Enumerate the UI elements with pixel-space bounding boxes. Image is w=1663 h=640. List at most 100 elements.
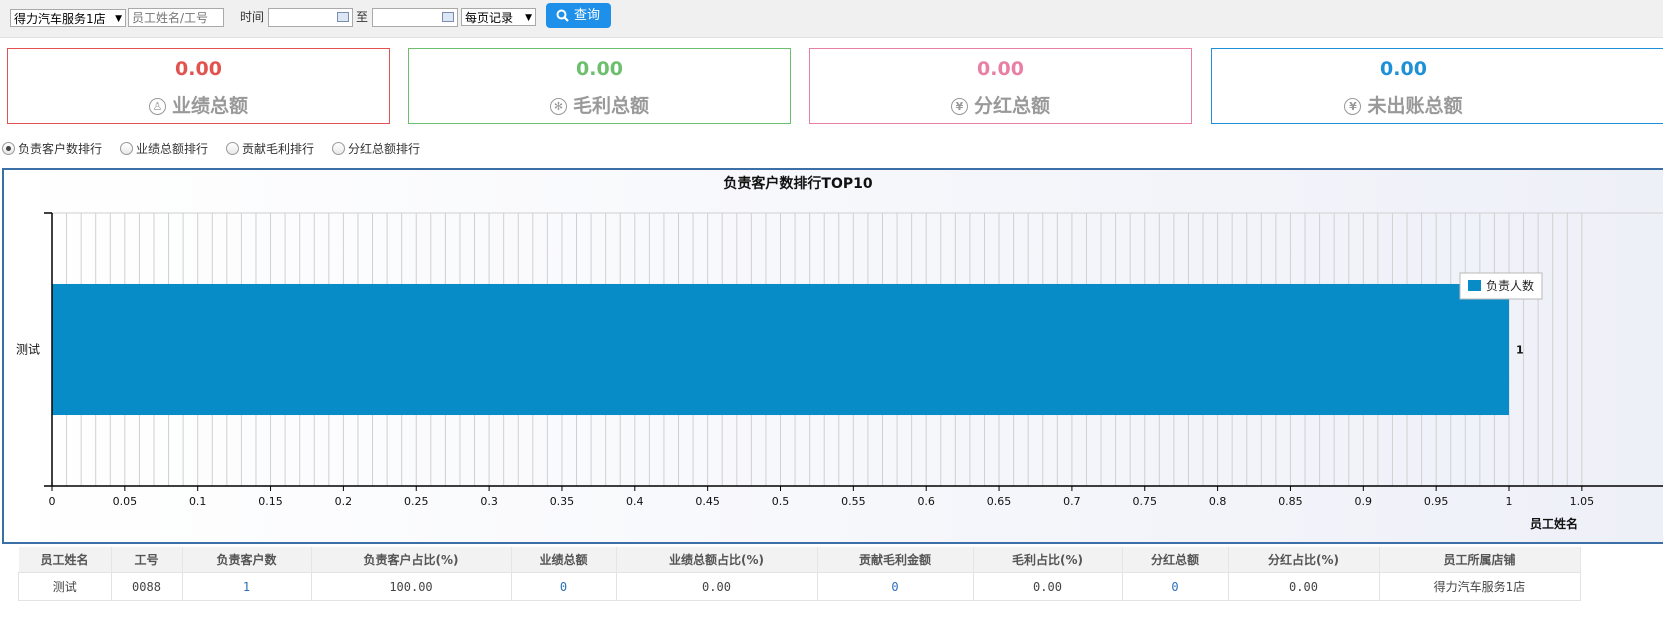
- gear-circle-icon: ✻: [549, 98, 567, 115]
- store-select[interactable]: 得力汽车服务1店 ▼: [10, 9, 126, 27]
- page-size-select-value: 每页记录: [465, 11, 514, 25]
- dividend-total-label: 分红总额: [973, 95, 1050, 117]
- col-header: 工号: [111, 547, 183, 573]
- x-tick-label: 0.4: [626, 495, 644, 508]
- filter-toolbar: 得力汽车服务1店 ▼ 时间 至 每页记录 ▼ 查询: [0, 0, 1663, 38]
- col-header: 员工姓名: [18, 547, 112, 573]
- card-unbilled-total: 0.00 ¥ 未出账总额: [1211, 48, 1663, 124]
- gross-profit-total-label: 毛利总额: [572, 95, 649, 117]
- radio-dot[interactable]: [120, 142, 133, 155]
- query-button[interactable]: 查询: [546, 3, 611, 28]
- cell-customer-ratio: 100.00: [310, 572, 512, 601]
- calendar-icon[interactable]: [442, 12, 454, 22]
- axis-corner-label: 员工姓名: [1530, 516, 1578, 531]
- unbilled-total-label: 未出账总额: [1367, 95, 1463, 117]
- employee-ranking-table: 员工姓名 工号 负责客户数 负责客户占比(%) 业绩总额 业绩总额占比(%) 贡…: [18, 547, 1581, 601]
- x-tick-label: 0.2: [335, 495, 353, 508]
- query-button-label: 查询: [574, 8, 601, 23]
- x-tick-label: 0.95: [1424, 495, 1449, 508]
- y-tick-label: 测试: [16, 342, 40, 357]
- dividend-total-caption: ¥ 分红总额: [810, 91, 1191, 118]
- ranking-bar-chart: 负责客户数排行TOP10 测试 1 0 0.05 0.1 0.15 0.2 0.25 0.3 0…: [16, 175, 1663, 531]
- x-tick-label: 0.85: [1278, 495, 1303, 508]
- chart-legend: 负责人数: [1459, 272, 1543, 300]
- x-tick-label: 0.9: [1355, 495, 1373, 508]
- x-tick-label: 0.5: [772, 495, 790, 508]
- chart-bar: [52, 283, 1509, 416]
- employee-search-input[interactable]: [128, 8, 224, 27]
- chevron-down-icon: ▼: [115, 14, 122, 24]
- x-tick-label: 0.55: [841, 495, 866, 508]
- radio-dot-selected[interactable]: [2, 142, 15, 155]
- legend-series-name: 负责人数: [1486, 278, 1534, 293]
- cell-performance-ratio: 0.00: [615, 572, 818, 601]
- legend-swatch: [1468, 280, 1481, 291]
- search-icon: [556, 9, 569, 22]
- x-tick-label: 0.7: [1063, 495, 1081, 508]
- radio-label: 负责客户数排行: [18, 142, 103, 156]
- card-performance-total: 0.00 ♙ 业绩总额: [7, 48, 390, 124]
- x-tick-label: 0.75: [1133, 495, 1158, 508]
- radio-label: 分红总额排行: [348, 142, 421, 156]
- performance-total-label: 业绩总额: [171, 95, 248, 117]
- page-size-select[interactable]: 每页记录 ▼: [461, 8, 536, 26]
- x-tick-label: 0.05: [113, 495, 138, 508]
- col-header: 贡献毛利金额: [817, 547, 974, 573]
- x-tick-label: 0.3: [480, 495, 498, 508]
- radio-dot[interactable]: [226, 142, 239, 155]
- dividend-total-value: 0.00: [977, 58, 1024, 80]
- table-header-row: 员工姓名 工号 负责客户数 负责客户占比(%) 业绩总额 业绩总额占比(%) 贡…: [18, 547, 1581, 573]
- table-row: 测试 0088 1 100.00 0 0.00 0 0.00 0 0.00 得力…: [18, 572, 1581, 601]
- col-header: 业绩总额: [511, 547, 617, 573]
- end-date-input[interactable]: [372, 8, 458, 27]
- performance-total-value: 0.00: [175, 58, 222, 80]
- cell-dividend-ratio: 0.00: [1227, 572, 1380, 601]
- col-header: 分红总额: [1122, 547, 1229, 573]
- cell-dividend-link[interactable]: 0: [1121, 572, 1229, 601]
- store-select-value: 得力汽车服务1店: [14, 12, 106, 26]
- gross-profit-total-caption: ✻ 毛利总额: [409, 91, 790, 118]
- x-tick-label: 0.8: [1209, 495, 1227, 508]
- col-header: 毛利占比(%): [973, 547, 1123, 573]
- performance-total-caption: ♙ 业绩总额: [8, 91, 389, 118]
- cell-gross-profit-ratio: 0.00: [972, 572, 1123, 601]
- x-tick-label: 0.45: [695, 495, 720, 508]
- chart-title: 负责客户数排行TOP10: [723, 175, 872, 192]
- bar-data-label: 1: [1516, 344, 1524, 357]
- card-dividend-total: 0.00 ¥ 分红总额: [809, 48, 1192, 124]
- card-gross-profit-total: 0.00 ✻ 毛利总额: [408, 48, 791, 124]
- x-tick-label: 0.35: [550, 495, 575, 508]
- unbilled-total-value: 0.00: [1380, 58, 1427, 80]
- gross-profit-total-value: 0.00: [576, 58, 623, 80]
- col-header: 分红占比(%): [1228, 547, 1380, 573]
- col-header: 负责客户数: [182, 547, 312, 573]
- x-tick-label: 0.65: [987, 495, 1012, 508]
- col-header: 员工所属店铺: [1379, 547, 1581, 573]
- x-tick-label: 0.15: [258, 495, 283, 508]
- radio-label: 业绩总额排行: [136, 142, 209, 156]
- col-header: 负责客户占比(%): [311, 547, 512, 573]
- chevron-down-icon: ▼: [525, 13, 532, 23]
- radio-dot[interactable]: [332, 142, 345, 155]
- yen-circle-icon: ¥: [950, 98, 968, 115]
- calendar-icon[interactable]: [337, 12, 349, 22]
- cell-employee-name: 测试: [18, 572, 112, 601]
- cell-store: 得力汽车服务1店: [1378, 572, 1581, 601]
- cell-customer-count-link[interactable]: 1: [181, 572, 312, 601]
- x-tick-label: 1.05: [1570, 495, 1595, 508]
- start-date-input[interactable]: [268, 8, 353, 27]
- x-tick-label: 0: [49, 495, 56, 508]
- unbilled-total-caption: ¥ 未出账总额: [1212, 91, 1595, 118]
- x-tick-label: 0.25: [404, 495, 429, 508]
- cell-gross-profit-link[interactable]: 0: [816, 572, 974, 601]
- x-tick-label: 0.6: [917, 495, 935, 508]
- cell-performance-link[interactable]: 0: [510, 572, 617, 601]
- person-circle-icon: ♙: [148, 98, 166, 115]
- x-tick-label: 1: [1506, 495, 1513, 508]
- yen-circle-icon: ¥: [1344, 98, 1362, 115]
- radio-label: 贡献毛利排行: [242, 142, 315, 156]
- col-header: 业绩总额占比(%): [616, 547, 818, 573]
- time-label: 时间: [240, 10, 265, 24]
- x-tick-label: 0.1: [189, 495, 207, 508]
- to-label: 至: [356, 10, 369, 24]
